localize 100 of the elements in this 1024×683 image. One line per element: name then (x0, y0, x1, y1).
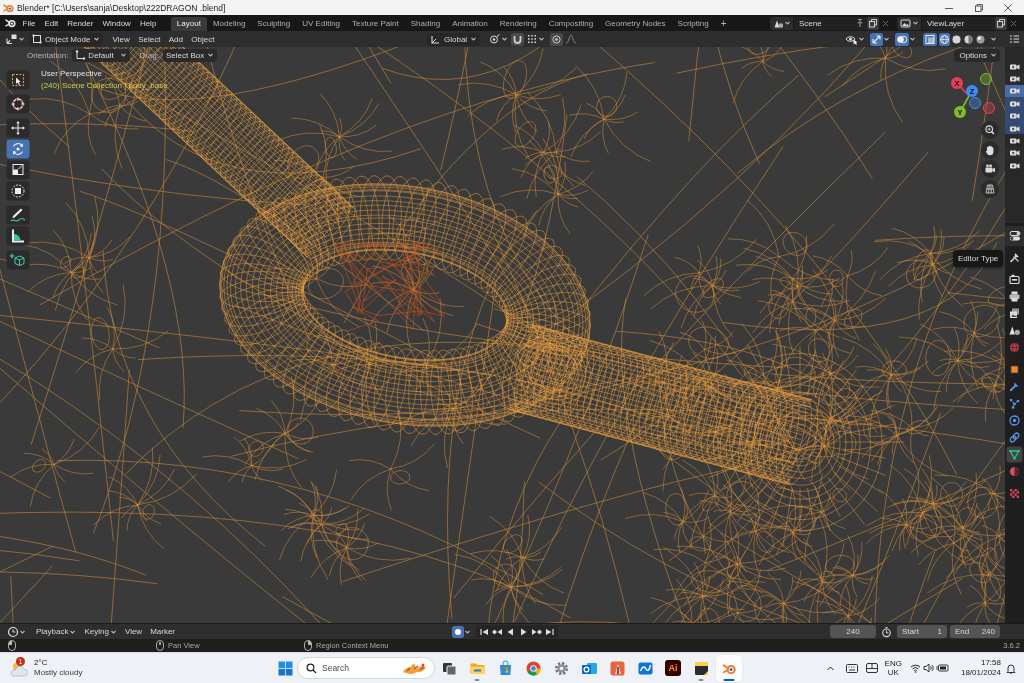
touchpad-icon[interactable] (865, 663, 878, 673)
axis-dot-icon[interactable] (969, 97, 981, 109)
search-field[interactable]: Search (297, 657, 435, 679)
add-cube-icon[interactable] (6, 250, 30, 270)
pencil-icon[interactable] (6, 205, 30, 225)
battery-icon[interactable] (935, 663, 949, 673)
ruler-icon[interactable] (6, 226, 30, 246)
rotate-icon[interactable] (6, 139, 30, 159)
clock-time[interactable]: 17:58 (980, 658, 1001, 668)
hand-icon[interactable] (981, 140, 999, 159)
target-circle-icon[interactable] (550, 32, 564, 46)
close-icon[interactable] (1003, 2, 1013, 13)
options-dropdown[interactable]: Options (954, 48, 1000, 62)
view-axes-icon[interactable] (5, 33, 18, 45)
scale-icon[interactable] (6, 160, 30, 180)
clock-date[interactable]: 18/01/2024 (960, 668, 1001, 678)
remove-icon[interactable] (1009, 18, 1018, 28)
workspace-tab[interactable]: Texture Paint (346, 17, 405, 31)
eye-pointer-icon[interactable] (845, 33, 858, 45)
magnet-icon[interactable] (511, 32, 525, 46)
workspace-tab[interactable]: Rendering (493, 17, 543, 31)
clock-icon[interactable] (7, 625, 19, 638)
pin-icon[interactable] (855, 18, 864, 28)
caret-icon[interactable] (883, 35, 890, 43)
orbit-icon[interactable] (1006, 412, 1023, 429)
workspace-tab[interactable]: UV Editing (296, 17, 347, 31)
grid-icon[interactable] (981, 179, 999, 198)
transform-icon[interactable] (6, 181, 30, 201)
workspace-tab[interactable]: Geometry Nodes (599, 17, 672, 31)
scene-browse-button[interactable] (770, 16, 793, 30)
view-layer-field[interactable]: ViewLayer (922, 16, 995, 30)
remove-icon[interactable] (881, 18, 890, 28)
scene-name-field[interactable]: Scene (794, 16, 867, 30)
move-icon[interactable] (6, 118, 30, 138)
camera-icon[interactable] (981, 160, 999, 178)
triangle-mesh-icon[interactable] (1006, 446, 1023, 463)
menu-item[interactable]: Add (164, 34, 188, 44)
language-indicator[interactable]: ENG UK (884, 658, 902, 678)
workspace-tab[interactable]: Modeling (206, 17, 252, 31)
view-layer-browse-button[interactable] (897, 16, 921, 30)
diagonal-arrow-icon[interactable] (870, 32, 883, 46)
toggle-switch-icon[interactable] (1008, 230, 1021, 242)
menu-item[interactable]: File (18, 18, 40, 28)
menu-item[interactable]: Window (97, 18, 136, 28)
record-icon[interactable] (451, 625, 464, 638)
axis-dot-icon[interactable] (983, 102, 995, 114)
menu-item[interactable]: View (120, 627, 147, 636)
cursor-icon[interactable] (6, 94, 30, 114)
bell-icon[interactable] (1006, 662, 1016, 674)
menu-item[interactable]: Marker (146, 627, 180, 636)
list-icon[interactable] (1009, 34, 1020, 44)
start-frame-field[interactable]: Start 1 (897, 625, 947, 638)
menu-item[interactable]: Render (62, 18, 98, 28)
caret-icon[interactable] (18, 35, 25, 43)
caret-icon[interactable] (858, 35, 865, 43)
workspace-tab[interactable]: Shading (404, 17, 447, 31)
stopwatch-icon[interactable] (880, 625, 893, 638)
menu-item[interactable]: Help (135, 18, 161, 28)
workspace-tab[interactable]: Animation (446, 17, 494, 31)
menu-item[interactable]: View (108, 34, 134, 44)
speaker-icon[interactable] (922, 663, 934, 673)
dot-grid-icon[interactable] (526, 33, 539, 45)
blender-logo-icon[interactable] (5, 18, 16, 28)
pivot-icon[interactable] (488, 33, 502, 45)
current-frame-field[interactable]: 240 (830, 625, 876, 638)
workspace-tab[interactable]: Layout (170, 17, 207, 31)
select-box-icon[interactable] (6, 70, 30, 90)
taskbar-button[interactable]: Ai (660, 654, 686, 682)
mode-dropdown[interactable]: Object Mode (29, 32, 104, 46)
menu-item[interactable]: Keying (80, 627, 121, 636)
taskbar-button[interactable] (716, 654, 742, 682)
duplicate-icon[interactable] (995, 16, 1007, 30)
outliner-row[interactable] (1005, 72, 1024, 85)
browser-icon (524, 659, 542, 677)
add-workspace-button[interactable]: + (714, 17, 733, 31)
overlapping-squares-icon[interactable] (923, 32, 937, 46)
drag-dropdown[interactable]: Select Box (162, 48, 218, 62)
axis-dot-icon[interactable] (980, 73, 992, 85)
menu-item[interactable]: Edit (39, 18, 63, 28)
workspace-tab[interactable]: Sculpting (251, 17, 297, 31)
pen-tile-icon (608, 659, 626, 677)
transform-orientation-dropdown[interactable]: Global (427, 32, 481, 46)
workspace-tab[interactable]: Compositing (542, 17, 600, 31)
restore-icon[interactable] (973, 2, 984, 13)
menu-item[interactable]: Select (133, 34, 165, 44)
menu-item[interactable]: Playback (32, 627, 81, 636)
wireframe-sphere-icon[interactable] (939, 32, 950, 46)
workspace-tab[interactable]: Scripting (671, 17, 715, 31)
duplicate-icon[interactable] (867, 16, 879, 30)
caret-icon[interactable] (538, 35, 546, 43)
menu-item[interactable]: Object (187, 34, 219, 44)
windows-logo-icon[interactable] (277, 660, 293, 676)
overlapping-circles-icon[interactable] (895, 32, 909, 46)
caret-icon[interactable] (501, 35, 509, 43)
zoom-icon[interactable] (981, 121, 999, 139)
outliner-row[interactable] (1005, 97, 1024, 110)
orientation-dropdown[interactable]: Default (72, 48, 131, 62)
wifi-icon[interactable] (909, 663, 921, 673)
keyboard-icon[interactable] (845, 663, 858, 673)
end-frame-field[interactable]: End 240 (950, 625, 1000, 638)
